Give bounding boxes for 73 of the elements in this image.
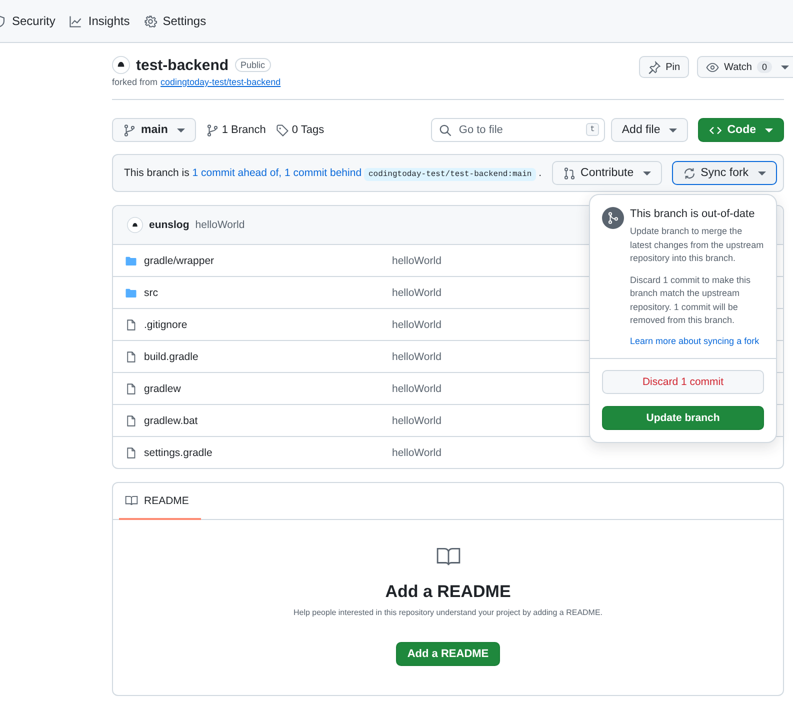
- caret-icon: [758, 169, 766, 177]
- file-name[interactable]: src: [144, 286, 392, 298]
- file-name[interactable]: build.gradle: [144, 350, 392, 362]
- merge-icon: [602, 207, 624, 229]
- pin-icon: [648, 60, 661, 74]
- branch-selector[interactable]: main: [112, 118, 196, 142]
- caret-icon: [669, 126, 678, 134]
- commit-message[interactable]: helloWorld: [392, 382, 442, 394]
- commit-author[interactable]: eunslog: [149, 219, 190, 231]
- commit-message[interactable]: helloWorld: [195, 219, 245, 231]
- pull-request-icon: [562, 166, 576, 180]
- readme-tab[interactable]: README: [119, 483, 201, 520]
- folder-icon: [125, 286, 137, 298]
- readme-hint: Help people interested in this repository understand your project by adding a README.: [293, 608, 603, 617]
- fork-source-link[interactable]: codingtoday-test/test-backend: [160, 77, 281, 87]
- sync-icon: [682, 166, 696, 180]
- branch-icon: [123, 124, 136, 136]
- pin-button[interactable]: Pin: [638, 56, 690, 78]
- shortcut-key: t: [586, 123, 599, 136]
- file-name[interactable]: .gitignore: [144, 318, 392, 330]
- add-readme-button[interactable]: Add a README: [396, 642, 500, 666]
- watch-button[interactable]: Watch 0: [697, 56, 793, 78]
- file-name[interactable]: settings.gradle: [144, 446, 392, 458]
- file-icon: [125, 350, 137, 362]
- readme-heading: Add a README: [385, 582, 511, 602]
- file-icon: [125, 414, 137, 426]
- commit-message[interactable]: helloWorld: [392, 414, 442, 426]
- popover-title: This branch is out-of-date: [630, 208, 756, 220]
- file-name[interactable]: gradle/wrapper: [144, 254, 392, 266]
- repo-name[interactable]: test-backend: [136, 56, 229, 74]
- eye-icon: [706, 60, 720, 74]
- file-name[interactable]: gradlew: [144, 382, 392, 394]
- avatar-icon: [112, 56, 130, 74]
- commit-message[interactable]: helloWorld: [392, 446, 442, 458]
- file-icon: [125, 382, 137, 394]
- ahead-link[interactable]: 1 commit ahead of,: [192, 167, 282, 179]
- discard-commit-button[interactable]: Discard 1 commit: [602, 370, 764, 394]
- add-file-button[interactable]: Add file: [610, 118, 688, 142]
- avatar-icon: [127, 217, 143, 233]
- visibility-label: Public: [234, 58, 272, 72]
- commit-message[interactable]: helloWorld: [392, 350, 442, 362]
- popover-text: Discard 1 commit to make this branch match the upstream repository. 1 commit will be removed from this branch.: [630, 274, 752, 327]
- contribute-button[interactable]: Contribute: [552, 161, 662, 185]
- file-name[interactable]: gradlew.bat: [144, 414, 392, 426]
- caret-icon: [781, 63, 789, 71]
- commit-message[interactable]: helloWorld: [392, 254, 442, 266]
- caret-icon: [176, 126, 185, 134]
- update-branch-button[interactable]: Update branch: [602, 406, 764, 430]
- behind-link[interactable]: 1 commit behind: [284, 167, 362, 179]
- watch-count: 0: [756, 61, 772, 73]
- branch-status-text: This branch is 1 commit ahead of, 1 commit behind codingtoday-test/test-backend:main .: [124, 167, 542, 179]
- graph-icon: [69, 14, 82, 28]
- branches-link[interactable]: 1 Branch: [206, 124, 266, 136]
- book-icon: [125, 494, 138, 507]
- nav-tab[interactable]: Insights: [69, 10, 130, 32]
- nav-tab[interactable]: Settings: [144, 10, 206, 32]
- folder-icon: [125, 254, 137, 266]
- learn-more-link[interactable]: Learn more about syncing a fork: [630, 336, 764, 346]
- file-icon: [125, 318, 137, 330]
- caret-icon: [765, 126, 773, 134]
- code-button[interactable]: Code: [698, 118, 784, 142]
- commit-message[interactable]: helloWorld: [392, 286, 442, 298]
- branch-icon: [206, 124, 219, 136]
- caret-icon: [642, 169, 651, 177]
- forked-from-text: forked from: [112, 77, 158, 87]
- settings-icon: [144, 14, 157, 28]
- file-icon: [125, 446, 137, 458]
- nav-tab[interactable]: Security: [0, 10, 56, 32]
- commit-message[interactable]: helloWorld: [392, 318, 442, 330]
- tags-link[interactable]: 0 Tags: [276, 124, 324, 136]
- popover-text: Update branch to merge the latest changes from the upstream repository into this branch.: [630, 225, 764, 265]
- sync-fork-button[interactable]: Sync fork: [672, 161, 777, 185]
- tag-icon: [276, 124, 289, 136]
